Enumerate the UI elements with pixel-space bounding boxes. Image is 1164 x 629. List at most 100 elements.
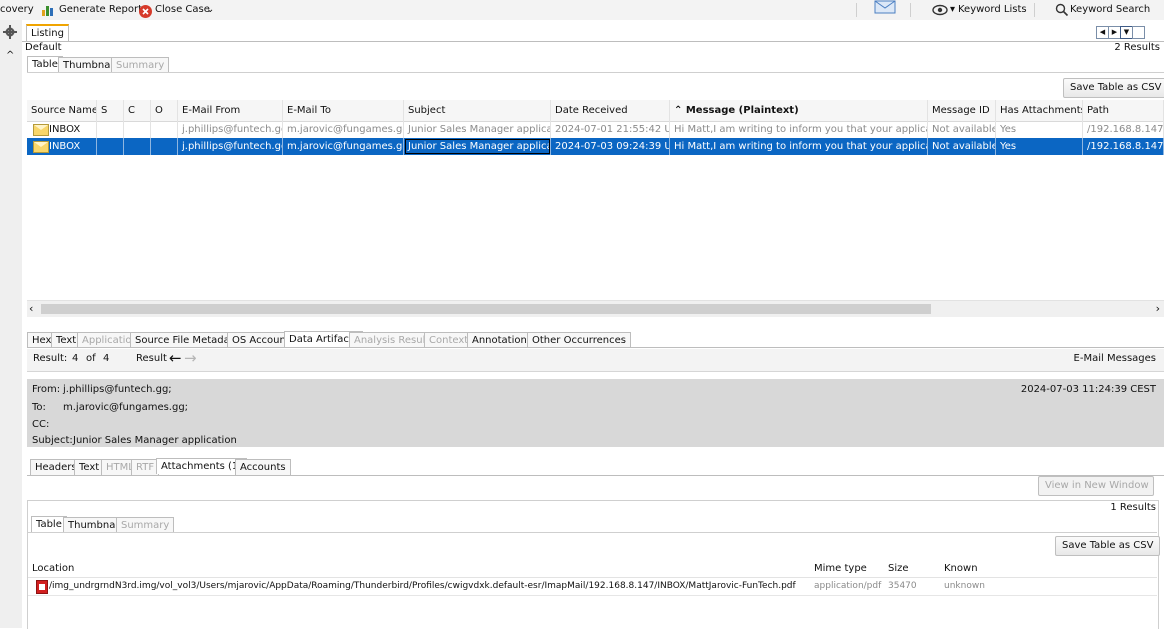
cell-c	[124, 121, 151, 138]
col-c[interactable]: C	[124, 100, 151, 121]
window-controls: ◀ ▶ ▼	[1096, 26, 1145, 39]
email-timestamp: 2024-07-03 11:24:39 CEST	[1020, 384, 1156, 395]
cell-o	[151, 121, 178, 138]
col-mime-type[interactable]: Mime type	[814, 560, 867, 577]
pdf-file-icon	[36, 580, 48, 594]
cell-source-name: INBOX	[27, 138, 97, 155]
tab-context-label: Context	[429, 335, 469, 346]
table-row-selected[interactable]: INBOX j.phillips@funtech.gg; m.jarovic@f…	[27, 138, 1164, 155]
email-envelope-icon[interactable]	[874, 0, 896, 14]
attachment-size: 35470	[888, 581, 917, 591]
tab-table-label: Table	[32, 59, 58, 70]
cell-path: /192.168.8.147/	[1083, 121, 1164, 138]
col-o[interactable]: O	[151, 100, 178, 121]
subject-value: Junior Sales Manager application	[73, 435, 237, 446]
tab-annotations-label: Annotations	[472, 335, 533, 346]
keyword-lists-button[interactable]: Keyword Lists	[958, 2, 1027, 18]
tab-accounts[interactable]: Accounts	[235, 459, 291, 475]
tab-attach-summary-label: Summary	[121, 520, 170, 531]
col-email-from[interactable]: E-Mail From	[178, 100, 283, 121]
horizontal-scrollbar[interactable]: ‹ ›	[27, 300, 1164, 317]
settings-gear-icon[interactable]	[3, 25, 17, 39]
tab-context[interactable]: Context	[424, 332, 474, 348]
tab-thumbnail-label: Thumbnail	[63, 60, 116, 71]
close-case-button[interactable]: Close Case	[155, 2, 210, 18]
scroll-left-icon[interactable]: ‹	[29, 302, 33, 315]
scroll-right-icon[interactable]: ›	[1156, 302, 1160, 315]
main-toolbar: covery Generate Report Close Case ⌄ ▾ Ke…	[0, 0, 1164, 21]
cell-message-plaintext: Hi Matt,I am writing to inform you that …	[670, 121, 928, 138]
viewer-tab-divider	[27, 347, 1164, 348]
eye-icon	[932, 4, 948, 16]
cell-s	[97, 121, 124, 138]
col-subject[interactable]: Subject	[404, 100, 551, 121]
tab-rtf[interactable]: RTF	[131, 459, 160, 475]
keyword-search-icon	[1055, 3, 1069, 17]
cell-has-attachments: Yes	[996, 121, 1083, 138]
keyword-search-button[interactable]: Keyword Search	[1070, 2, 1150, 18]
mail-tab-divider	[27, 475, 1164, 476]
tab-other-occurrences-label: Other Occurrences	[532, 335, 626, 346]
tab-attachments[interactable]: Attachments (1)	[156, 458, 248, 474]
tab-attach-summary[interactable]: Summary	[116, 517, 175, 533]
col-size[interactable]: Size	[888, 560, 909, 577]
save-table-csv-button[interactable]: Save Table as CSV	[1063, 78, 1164, 98]
tab-mail-text[interactable]: Text	[74, 459, 105, 475]
tab-accounts-label: Accounts	[240, 462, 286, 473]
tab-attach-table-label: Table	[36, 519, 62, 530]
table-row[interactable]: INBOX j.phillips@funtech.gg; m.jarovic@f…	[27, 121, 1164, 138]
cell-c	[124, 138, 151, 155]
col-message-plaintext[interactable]: ⌃ Message (Plaintext)	[670, 100, 928, 121]
tab-rtf-label: RTF	[136, 462, 155, 473]
col-message-id[interactable]: Message ID	[928, 100, 996, 121]
artifact-type-label: E-Mail Messages	[1073, 353, 1156, 364]
attachment-known: unknown	[944, 581, 985, 591]
col-email-to[interactable]: E-Mail To	[283, 100, 404, 121]
tab-attach-table[interactable]: Table	[31, 516, 67, 532]
view-in-new-window-button[interactable]: View in New Window	[1038, 476, 1154, 496]
cell-o	[151, 138, 178, 155]
attachments-table-header: Location Mime type Size Known	[28, 560, 1157, 578]
cell-source-name: INBOX	[27, 121, 97, 138]
attach-save-table-csv-button[interactable]: Save Table as CSV	[1055, 536, 1161, 556]
tab-summary-label: Summary	[116, 60, 165, 71]
tab-other-occurrences[interactable]: Other Occurrences	[527, 332, 631, 348]
email-icon	[33, 141, 49, 153]
mail-tabs: Headers Text HTML RTF Attachments (1) Ac…	[27, 458, 1164, 475]
to-label: To:	[32, 402, 46, 413]
col-s[interactable]: S	[97, 100, 124, 121]
scrollbar-thumb[interactable]	[41, 304, 931, 314]
attachment-row[interactable]: /img_undrgrndN3rd.img/vol_vol3/Users/mja…	[28, 578, 1157, 596]
next-result-arrow-icon[interactable]: →	[184, 350, 197, 366]
subject-label: Subject:	[32, 435, 73, 446]
col-path[interactable]: Path	[1083, 100, 1164, 121]
tab-listing[interactable]: Listing	[26, 24, 69, 41]
maximize-icon[interactable]	[1132, 26, 1145, 39]
col-location[interactable]: Location	[32, 560, 74, 577]
cell-email-to: m.jarovic@fungames.gg;	[283, 121, 404, 138]
discovery-button[interactable]: covery	[0, 2, 34, 18]
collapse-up-icon[interactable]: ^	[6, 50, 14, 61]
col-has-attachments[interactable]: Has Attachments	[996, 100, 1083, 121]
tab-summary[interactable]: Summary	[111, 57, 170, 73]
toolbar-overflow-icon[interactable]: ⌄	[206, 2, 214, 18]
col-known[interactable]: Known	[944, 560, 978, 577]
col-source-name[interactable]: Source Name	[27, 100, 97, 121]
tab-html-label: HTML	[106, 462, 134, 473]
result-of: of	[86, 353, 96, 364]
viewer-tabs: Hex Text Application Source File Metadat…	[27, 331, 1164, 348]
tab-hex-label: Hex	[32, 335, 52, 346]
prev-result-arrow-icon[interactable]: ←	[169, 350, 182, 366]
tab-strip-divider	[22, 41, 1164, 42]
attach-subtab-divider	[28, 532, 1157, 533]
cell-path: /192.168.8.147/	[1083, 138, 1164, 155]
close-case-icon	[139, 5, 152, 18]
tab-headers-label: Headers	[35, 462, 77, 473]
col-date-received[interactable]: Date Received	[551, 100, 670, 121]
tab-listing-label: Listing	[31, 28, 64, 39]
tab-source-file-metadata-label: Source File Metadata	[135, 335, 240, 346]
generate-report-button[interactable]: Generate Report	[59, 2, 142, 18]
keyword-lists-dropdown-icon: ▾	[950, 4, 956, 15]
listing-filter-label: Default	[25, 42, 62, 53]
cell-date-received: 2024-07-01 21:55:42 UTC	[551, 121, 670, 138]
